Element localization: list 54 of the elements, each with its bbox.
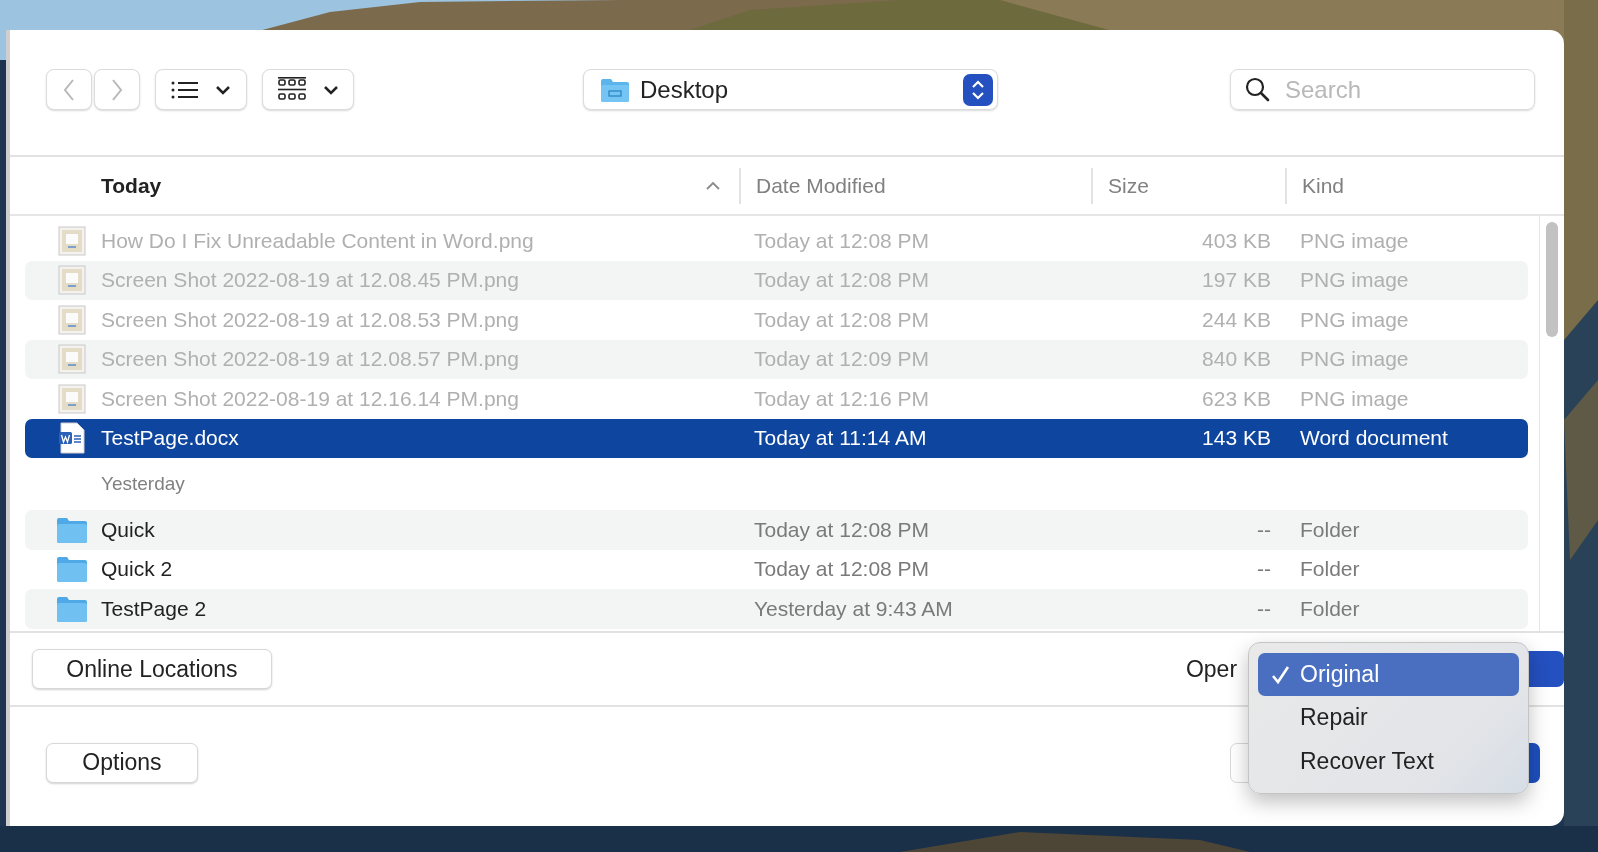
file-name: Quick 2 (101, 557, 174, 582)
file-row[interactable]: Quick Today at 12:08 PM -- Folder (25, 510, 1528, 550)
file-kind: Folder (1299, 517, 1361, 542)
column-header[interactable]: Date Modified (756, 173, 886, 198)
file-name: Screen Shot 2022-08-19 at 12.16.14 PM.png (101, 386, 520, 411)
column-header[interactable]: Kind (1302, 173, 1345, 198)
file-name: TestPage 2 (101, 596, 208, 621)
file-size: 403 KB (1201, 228, 1271, 253)
search-input[interactable]: Search (1283, 74, 1507, 105)
file-row[interactable]: TestPage 2 Yesterday at 9:43 AM -- Folder (25, 589, 1528, 629)
file-name: How Do I Fix Unreadable Content in Word.png (101, 228, 535, 253)
menu-item[interactable]: Repair (1258, 696, 1519, 740)
file-size: 143 KB (1201, 426, 1271, 451)
date-modified: Yesterday at 9:43 AM (754, 596, 954, 621)
search-field[interactable]: Search (1230, 69, 1535, 110)
online-locations-button[interactable]: Online Locations (32, 649, 272, 689)
file-size: -- (1256, 557, 1271, 582)
file-row[interactable]: Quick 2 Today at 12:08 PM -- Folder (25, 549, 1528, 589)
location-popup[interactable]: Desktop (583, 69, 998, 110)
file-size: 623 KB (1201, 386, 1271, 411)
date-modified: Today at 12:08 PM (754, 557, 931, 582)
file-size: 840 KB (1201, 347, 1271, 372)
file-kind: PNG image (1299, 228, 1410, 253)
file-kind: PNG image (1299, 347, 1410, 372)
column-header[interactable]: Today (101, 173, 162, 198)
date-modified: Today at 12:08 PM (754, 228, 931, 253)
date-modified: Today at 12:08 PM (754, 268, 931, 293)
file-size: 244 KB (1201, 307, 1271, 332)
file-name: Screen Shot 2022-08-19 at 12.08.57 PM.png (101, 347, 520, 372)
menu-item[interactable]: Recover Text (1258, 739, 1519, 783)
date-modified: Today at 11:14 AM (754, 426, 928, 451)
date-modified: Today at 12:09 PM (754, 347, 931, 372)
date-modified: Today at 12:08 PM (754, 307, 931, 332)
file-kind: Folder (1299, 557, 1361, 582)
file-kind: PNG image (1299, 307, 1410, 332)
file-name: TestPage.docx (101, 426, 240, 451)
file-kind: PNG image (1299, 386, 1410, 411)
options-button[interactable]: Options (46, 742, 198, 783)
file-kind: Folder (1299, 596, 1361, 621)
menu-item[interactable]: Original (1258, 653, 1519, 697)
file-size: -- (1256, 596, 1271, 621)
file-name: Screen Shot 2022-08-19 at 12.08.45 PM.png (101, 268, 520, 293)
file-name: Screen Shot 2022-08-19 at 12.08.53 PM.png (101, 307, 520, 332)
group-label: Yesterday (101, 473, 185, 495)
file-size: 197 KB (1201, 268, 1271, 293)
file-size: -- (1256, 517, 1271, 542)
date-modified: Today at 12:16 PM (754, 386, 931, 411)
open-label: Oper (1185, 655, 1238, 683)
file-kind: Word document (1299, 426, 1449, 451)
column-header[interactable]: Size (1108, 173, 1149, 198)
date-modified: Today at 12:08 PM (754, 517, 931, 542)
file-name: Quick (101, 517, 156, 542)
file-kind: PNG image (1299, 268, 1410, 293)
file-row[interactable]: TestPage.docx Today at 11:14 AM 143 KB Word document (25, 418, 1528, 458)
